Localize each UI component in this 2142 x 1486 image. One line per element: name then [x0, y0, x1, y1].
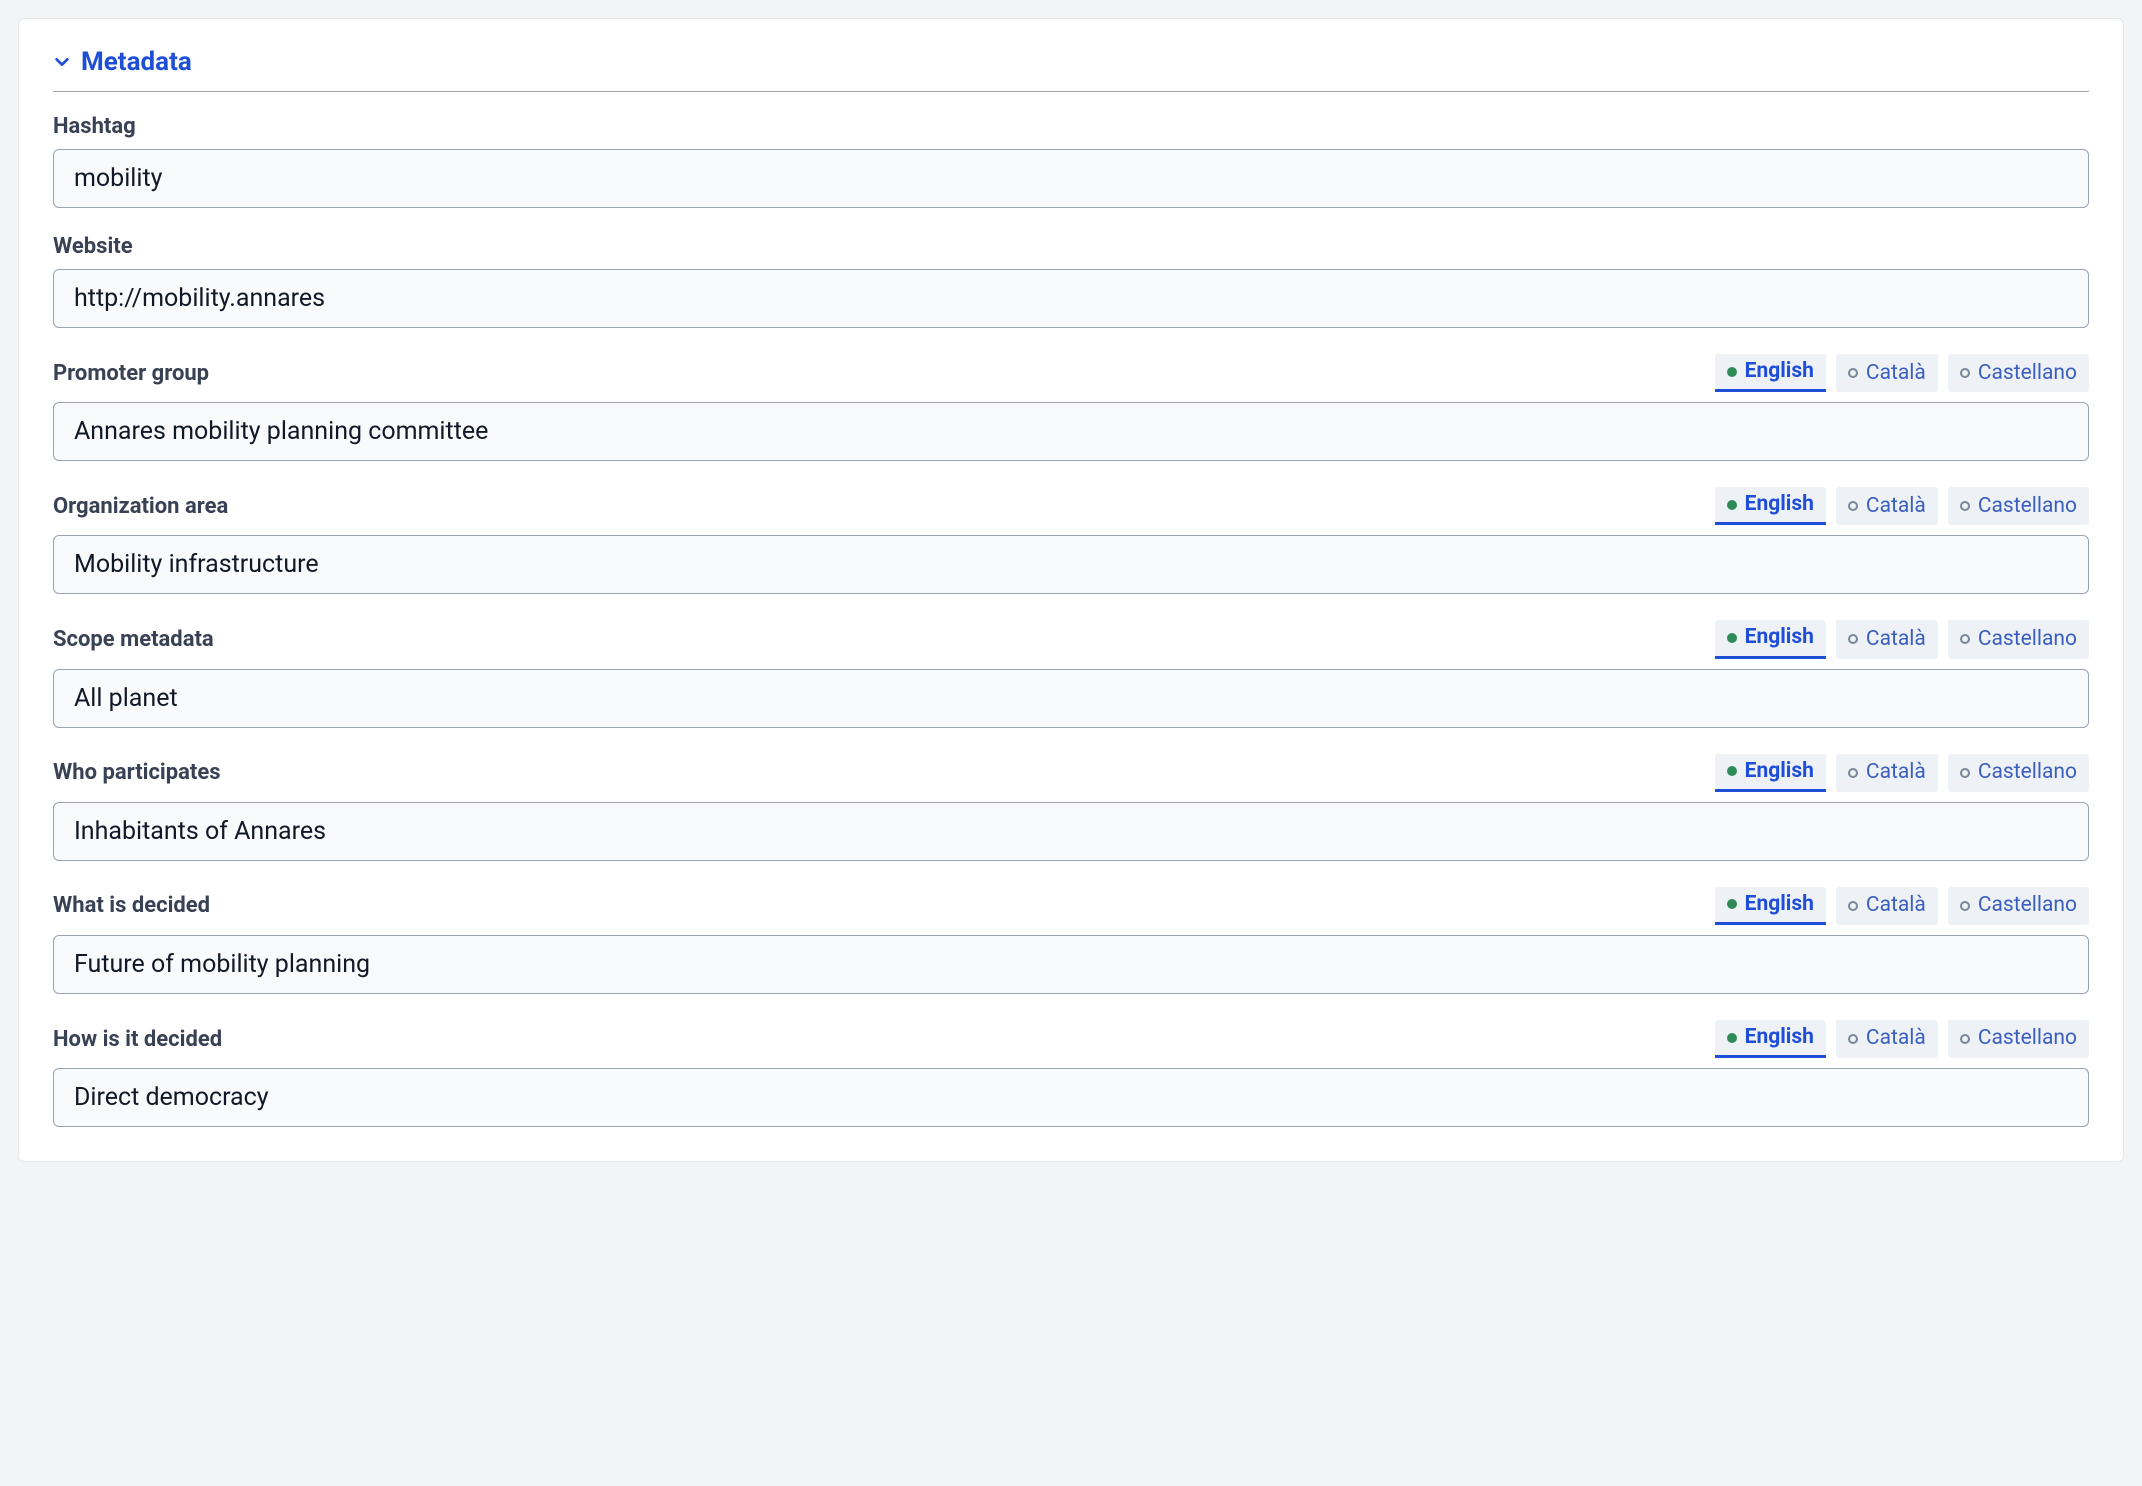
field-hashtag: Hashtag — [53, 114, 2089, 208]
language-tab-label: Català — [1866, 1026, 1926, 1051]
language-tab-label: Castellano — [1978, 627, 2077, 652]
language-tab-label: Castellano — [1978, 760, 2077, 785]
language-tab-english[interactable]: English — [1715, 754, 1826, 792]
language-tab-english[interactable]: English — [1715, 354, 1826, 392]
language-tab-label: Castellano — [1978, 361, 2077, 386]
language-tabs: English Català Castellano — [1715, 620, 2089, 658]
field-label: Hashtag — [53, 114, 136, 139]
language-tab-label: English — [1745, 492, 1814, 517]
language-tab-label: Català — [1866, 361, 1926, 386]
language-tab-label: English — [1745, 759, 1814, 784]
language-tabs: English Català Castellano — [1715, 487, 2089, 525]
field-label: Scope metadata — [53, 627, 214, 652]
language-tab-label: Català — [1866, 760, 1926, 785]
field-label-row: How is it decided English Català Castellano — [53, 1020, 2089, 1058]
field-label-row: What is decided English Català Castellano — [53, 887, 2089, 925]
status-dot-filled-icon — [1727, 500, 1737, 510]
language-tabs: English Català Castellano — [1715, 887, 2089, 925]
field-label-row: Hashtag — [53, 114, 2089, 139]
status-dot-empty-icon — [1848, 368, 1858, 378]
language-tab-català[interactable]: Català — [1836, 620, 1938, 658]
language-tab-label: Català — [1866, 893, 1926, 918]
how-is-it-decided-input[interactable] — [53, 1068, 2089, 1127]
language-tab-català[interactable]: Català — [1836, 487, 1938, 525]
field-what-is-decided: What is decided English Català Castellano — [53, 887, 2089, 994]
language-tab-castellano[interactable]: Castellano — [1948, 887, 2089, 925]
language-tab-català[interactable]: Català — [1836, 754, 1938, 792]
status-dot-empty-icon — [1960, 901, 1970, 911]
field-label: Who participates — [53, 760, 221, 785]
language-tab-català[interactable]: Català — [1836, 354, 1938, 392]
status-dot-empty-icon — [1960, 1034, 1970, 1044]
language-tab-english[interactable]: English — [1715, 1020, 1826, 1058]
field-label-row: Who participates English Català Castellano — [53, 754, 2089, 792]
organization-area-input[interactable] — [53, 535, 2089, 594]
language-tab-castellano[interactable]: Castellano — [1948, 1020, 2089, 1058]
language-tab-castellano[interactable]: Castellano — [1948, 754, 2089, 792]
field-label-row: Scope metadata English Català Castellano — [53, 620, 2089, 658]
field-who-participates: Who participates English Català Castellano — [53, 754, 2089, 861]
metadata-section-toggle[interactable]: Metadata — [53, 47, 2089, 92]
status-dot-empty-icon — [1960, 634, 1970, 644]
field-how-is-it-decided: How is it decided English Català Castellano — [53, 1020, 2089, 1127]
field-label: Website — [53, 234, 133, 259]
language-tab-label: Català — [1866, 627, 1926, 652]
language-tabs: English Català Castellano — [1715, 354, 2089, 392]
language-tab-label: English — [1745, 625, 1814, 650]
language-tabs: English Català Castellano — [1715, 754, 2089, 792]
hashtag-input[interactable] — [53, 149, 2089, 208]
field-label: How is it decided — [53, 1027, 222, 1052]
language-tab-label: Català — [1866, 494, 1926, 519]
status-dot-empty-icon — [1848, 634, 1858, 644]
scope-metadata-input[interactable] — [53, 669, 2089, 728]
field-organization-area: Organization area English Català Castellano — [53, 487, 2089, 594]
website-input[interactable] — [53, 269, 2089, 328]
section-title: Metadata — [81, 47, 192, 77]
language-tab-label: Castellano — [1978, 893, 2077, 918]
language-tab-castellano[interactable]: Castellano — [1948, 354, 2089, 392]
language-tab-label: Castellano — [1978, 494, 2077, 519]
language-tab-català[interactable]: Català — [1836, 1020, 1938, 1058]
language-tab-castellano[interactable]: Castellano — [1948, 620, 2089, 658]
status-dot-filled-icon — [1727, 899, 1737, 909]
status-dot-empty-icon — [1848, 501, 1858, 511]
status-dot-filled-icon — [1727, 1033, 1737, 1043]
chevron-down-icon — [53, 53, 71, 71]
language-tab-català[interactable]: Català — [1836, 887, 1938, 925]
status-dot-empty-icon — [1960, 501, 1970, 511]
who-participates-input[interactable] — [53, 802, 2089, 861]
status-dot-empty-icon — [1848, 1034, 1858, 1044]
fields-container: Hashtag Website Promoter group English Catal… — [53, 114, 2089, 1127]
what-is-decided-input[interactable] — [53, 935, 2089, 994]
language-tab-label: Castellano — [1978, 1026, 2077, 1051]
status-dot-filled-icon — [1727, 633, 1737, 643]
status-dot-empty-icon — [1960, 368, 1970, 378]
language-tab-label: English — [1745, 1025, 1814, 1050]
status-dot-filled-icon — [1727, 367, 1737, 377]
metadata-card: Metadata Hashtag Website Promoter group Eng… — [18, 18, 2124, 1162]
status-dot-empty-icon — [1848, 901, 1858, 911]
field-promoter-group: Promoter group English Català Castellano — [53, 354, 2089, 461]
language-tab-english[interactable]: English — [1715, 620, 1826, 658]
field-label-row: Organization area English Català Castellano — [53, 487, 2089, 525]
field-label-row: Promoter group English Català Castellano — [53, 354, 2089, 392]
status-dot-empty-icon — [1848, 768, 1858, 778]
language-tab-label: English — [1745, 359, 1814, 384]
field-website: Website — [53, 234, 2089, 328]
field-scope-metadata: Scope metadata English Català Castellano — [53, 620, 2089, 727]
status-dot-filled-icon — [1727, 766, 1737, 776]
language-tab-english[interactable]: English — [1715, 487, 1826, 525]
field-label: Promoter group — [53, 361, 209, 386]
field-label: Organization area — [53, 494, 228, 519]
promoter-group-input[interactable] — [53, 402, 2089, 461]
language-tabs: English Català Castellano — [1715, 1020, 2089, 1058]
field-label: What is decided — [53, 893, 210, 918]
language-tab-castellano[interactable]: Castellano — [1948, 487, 2089, 525]
language-tab-english[interactable]: English — [1715, 887, 1826, 925]
language-tab-label: English — [1745, 892, 1814, 917]
status-dot-empty-icon — [1960, 768, 1970, 778]
field-label-row: Website — [53, 234, 2089, 259]
